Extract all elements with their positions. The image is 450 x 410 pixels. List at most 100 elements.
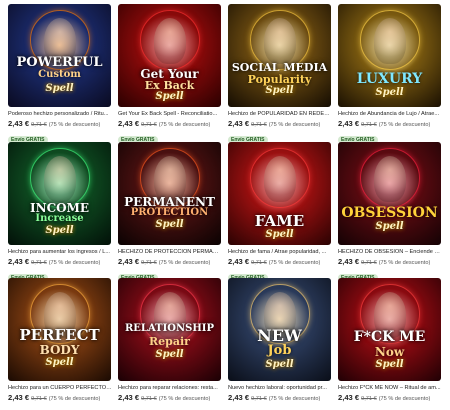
sale-price: 2,43 € <box>118 257 140 266</box>
discount-label: (75 % de descuento) <box>268 260 321 266</box>
listing-title[interactable]: Hechizo de POPULARIDAD EN REDES S... <box>228 111 332 117</box>
discount-label: (75 % de descuento) <box>378 122 431 128</box>
sale-price: 2,43 € <box>338 257 360 266</box>
sale-price: 2,43 € <box>8 393 30 402</box>
sale-price: 2,43 € <box>338 393 360 402</box>
art-title-line-1: F*CK ME <box>353 329 426 345</box>
listing-card[interactable]: PERMANENT PROTECTION Spell HECHIZO DE PROTE… <box>118 142 223 284</box>
listing-title[interactable]: Get Your Ex Back Spell - Reconciliatio..… <box>118 111 222 117</box>
discount-label: (75 % de descuento) <box>158 122 211 128</box>
listing-title[interactable]: Poderoso hechizo personalizado / Ritu... <box>8 111 112 117</box>
listing-title[interactable]: Hechizo para un CUERPO PERFECTO - ... <box>8 385 112 391</box>
price-row: 2,43 €9,71 € (75 % de descuento) <box>118 257 223 266</box>
original-price: 9,71 € <box>361 122 377 128</box>
art-title-line-1: RELATIONSHIP <box>124 323 214 334</box>
sale-price: 2,43 € <box>8 119 30 128</box>
listing-card[interactable]: FAME Spell Hechizo de fama / Atrae popular… <box>228 142 333 284</box>
sale-price: 2,43 € <box>118 119 140 128</box>
listing-card[interactable]: NEW Job Spell Nuevo hechizo laboral: oportu… <box>228 278 333 410</box>
discount-label: (75 % de descuento) <box>268 396 321 402</box>
art-title-line-3: Spell <box>45 357 74 368</box>
listing-title[interactable]: Hechizo para aumentar los ingresos / L..… <box>8 249 112 255</box>
original-price: 9,71 € <box>251 122 267 128</box>
art-title-line-3: Spell <box>45 225 74 236</box>
listing-thumbnail[interactable]: INCOME Increase Spell <box>8 142 111 245</box>
listing-card[interactable]: INCOME Increase Spell Hechizo para aumentar… <box>8 142 113 284</box>
original-price: 9,71 € <box>251 260 267 266</box>
art-title-line-3: Spell <box>155 349 184 360</box>
listing-title[interactable]: HECHIZO DE PROTECCIÓN PERMANEN... <box>118 249 222 255</box>
listing-card[interactable]: OBSESSION Spell HECHIZO DE OBSESIÓN – Enci… <box>338 142 443 284</box>
listing-thumbnail[interactable]: Get Your Ex Back Spell <box>118 4 221 107</box>
figure-silhouette <box>154 18 186 64</box>
original-price: 9,71 € <box>141 260 157 266</box>
original-price: 9,71 € <box>141 122 157 128</box>
sale-price: 2,43 € <box>118 393 140 402</box>
original-price: 9,71 € <box>31 260 47 266</box>
art-title-line-2: Ex Back <box>144 79 195 92</box>
art-title-line-2: Job <box>267 343 292 358</box>
listing-thumbnail[interactable]: NEW Job Spell <box>228 278 331 381</box>
listing-title[interactable]: Hechizo de fama / Atrae popularidad, ... <box>228 249 332 255</box>
art-title-line-3: Spell <box>265 229 294 240</box>
discount-label: (75 % de descuento) <box>48 260 101 266</box>
original-price: 9,71 € <box>141 396 157 402</box>
listing-card[interactable]: POWERFUL Custom Spell Poderoso hechizo pers… <box>8 4 113 146</box>
listing-thumbnail[interactable]: LUXURY Spell <box>338 4 441 107</box>
original-price: 9,71 € <box>31 396 47 402</box>
sale-price: 2,43 € <box>8 257 30 266</box>
discount-label: (75 % de descuento) <box>378 396 431 402</box>
art-title-line-3: Spell <box>375 87 404 98</box>
listing-title[interactable]: Hechizo de Abundancia de Lujo / Atrae... <box>338 111 442 117</box>
price-row: 2,43 €9,71 € (75 % de descuento) <box>118 393 223 402</box>
price-row: 2,43 €9,71 € (75 % de descuento) <box>228 119 333 128</box>
sale-price: 2,43 € <box>338 119 360 128</box>
listing-thumbnail[interactable]: PERFECT BODY Spell <box>8 278 111 381</box>
listing-title[interactable]: Hechizo F*CK ME NOW – Ritual de am... <box>338 385 442 391</box>
listing-card[interactable]: SOCIAL MEDIA Popularity Spell Hechizo de PO… <box>228 4 333 146</box>
art-title-line-3: Spell <box>265 359 294 370</box>
discount-label: (75 % de descuento) <box>378 260 431 266</box>
art-title-line-3: Spell <box>155 91 184 102</box>
listing-card[interactable]: RELATIONSHIP Repair Spell Hechizo para repa… <box>118 278 223 410</box>
art-title-line-2: LUXURY <box>356 71 423 87</box>
original-price: 9,71 € <box>361 260 377 266</box>
discount-label: (75 % de descuento) <box>158 396 211 402</box>
price-row: 2,43 €9,71 € (75 % de descuento) <box>338 393 443 402</box>
sale-price: 2,43 € <box>228 393 250 402</box>
listing-thumbnail[interactable]: POWERFUL Custom Spell <box>8 4 111 107</box>
listing-thumbnail[interactable]: F*CK ME Now Spell <box>338 278 441 381</box>
art-title-line-2: Now <box>374 345 405 359</box>
listing-card[interactable]: Get Your Ex Back Spell Get Your Ex Back Spe… <box>118 4 223 146</box>
art-title-line-2: Custom <box>38 69 81 80</box>
original-price: 9,71 € <box>251 396 267 402</box>
listing-thumbnail[interactable]: OBSESSION Spell <box>338 142 441 245</box>
sale-price: 2,43 € <box>228 119 250 128</box>
art-title-line-3: Spell <box>375 359 404 370</box>
listing-thumbnail[interactable]: RELATIONSHIP Repair Spell <box>118 278 221 381</box>
art-title-line-1: NEW <box>257 326 302 345</box>
listing-card[interactable]: PERFECT BODY Spell Hechizo para un CUERPO P… <box>8 278 113 410</box>
figure-silhouette <box>374 18 406 64</box>
listing-title[interactable]: Nuevo hechizo laboral: oportunidad pr... <box>228 385 332 391</box>
listing-thumbnail[interactable]: FAME Spell <box>228 142 331 245</box>
listing-title[interactable]: HECHIZO DE OBSESIÓN – Enciende el ... <box>338 249 442 255</box>
listing-thumbnail[interactable]: SOCIAL MEDIA Popularity Spell <box>228 4 331 107</box>
art-title-line-3: Spell <box>265 85 294 96</box>
price-row: 2,43 €9,71 € (75 % de descuento) <box>118 119 223 128</box>
art-title-line-3: Spell <box>155 219 184 230</box>
price-row: 2,43 €9,71 € (75 % de descuento) <box>228 257 333 266</box>
figure-silhouette <box>44 156 76 202</box>
art-title-line-2: Popularity <box>247 73 312 86</box>
listing-card[interactable]: LUXURY Spell Hechizo de Abundancia de Lujo… <box>338 4 443 146</box>
discount-label: (75 % de descuento) <box>48 396 101 402</box>
discount-label: (75 % de descuento) <box>48 122 101 128</box>
art-title-line-2: PROTECTION <box>130 207 209 218</box>
listing-card[interactable]: F*CK ME Now Spell Hechizo F*CK ME NOW – Rit… <box>338 278 443 410</box>
listing-title[interactable]: Hechizo para reparar relaciones: resta..… <box>118 385 222 391</box>
art-title-line-1: POWERFUL <box>16 55 103 70</box>
listing-thumbnail[interactable]: PERMANENT PROTECTION Spell <box>118 142 221 245</box>
price-row: 2,43 €9,71 € (75 % de descuento) <box>8 393 113 402</box>
figure-silhouette <box>264 18 296 64</box>
original-price: 9,71 € <box>361 396 377 402</box>
